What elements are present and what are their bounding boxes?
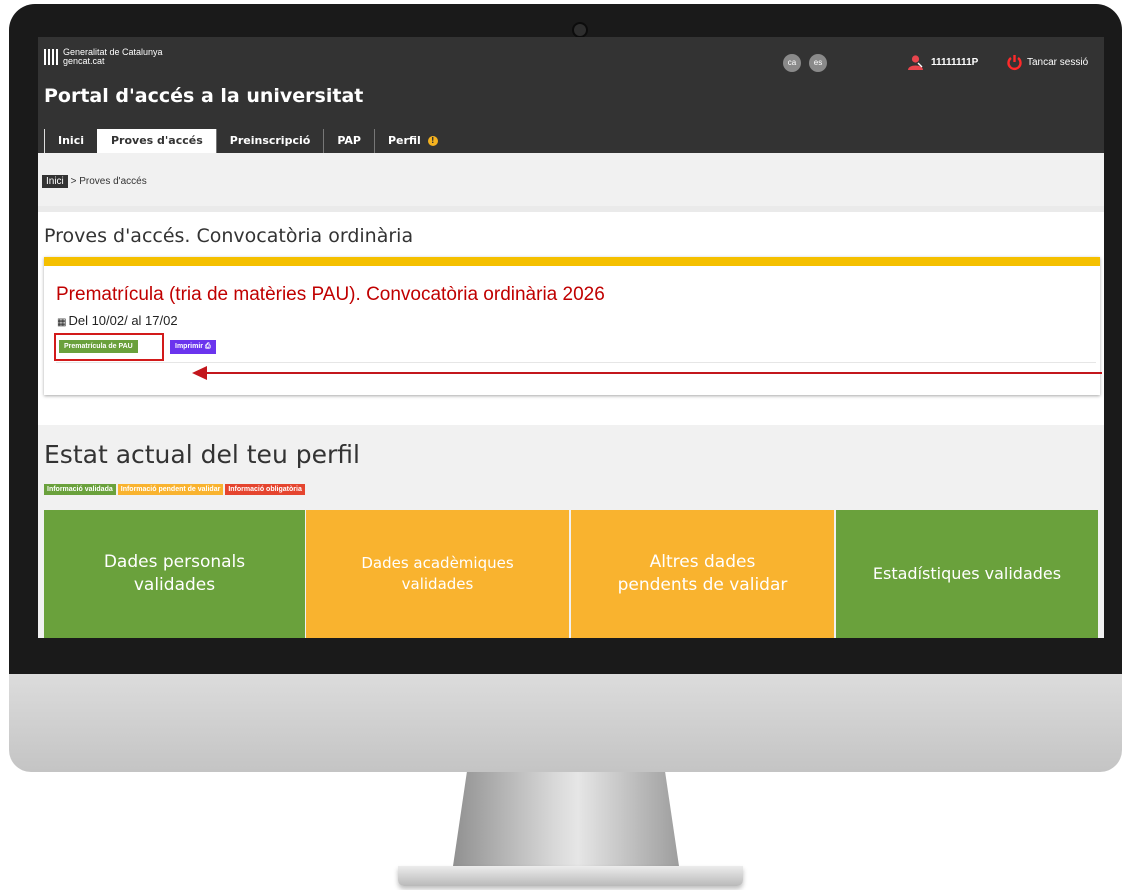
screen: Generalitat de Catalunya gencat.cat ca e… bbox=[38, 37, 1104, 638]
user-id[interactable]: 11111111P bbox=[931, 57, 978, 68]
tab-preinscripcio[interactable]: Preinscripció bbox=[215, 129, 324, 153]
tile-altres-dades[interactable]: Altres dades pendents de validar bbox=[571, 510, 834, 638]
main-nav: Inici Proves d'accés Preinscripció PAP P… bbox=[44, 129, 451, 153]
alert-icon: ! bbox=[427, 136, 438, 146]
language-es-button[interactable]: es bbox=[809, 54, 827, 72]
monitor-chin bbox=[9, 674, 1122, 772]
tile-estadistiques[interactable]: Estadístiques validades bbox=[836, 510, 1098, 638]
prematricula-card: Prematrícula (tria de matèries PAU). Con… bbox=[44, 257, 1102, 395]
breadcrumb-current: Proves d'accés bbox=[79, 176, 147, 187]
tab-perfil[interactable]: Perfil ! bbox=[373, 129, 451, 153]
tile-dades-academiques[interactable]: Dades acadèmiques validades bbox=[306, 510, 569, 638]
printer-icon: ⎙ bbox=[204, 343, 211, 350]
power-icon[interactable] bbox=[1006, 54, 1023, 71]
tab-pap[interactable]: PAP bbox=[323, 129, 374, 153]
breadcrumb-strip bbox=[38, 153, 1104, 206]
status-legend: Informació validada Informació pendent d… bbox=[44, 484, 305, 495]
annotation-arrow bbox=[206, 372, 1102, 374]
section-divider bbox=[38, 206, 1104, 212]
profile-title: Estat actual del teu perfil bbox=[44, 440, 360, 469]
card-top-bar bbox=[44, 257, 1100, 266]
tile-dades-personals-label: Dades personals validades bbox=[103, 552, 246, 595]
card-divider bbox=[56, 362, 1096, 363]
imprimir-label: Imprimir bbox=[175, 343, 204, 350]
breadcrumb-home-link[interactable]: Inici bbox=[42, 175, 68, 188]
legend-pending: Informació pendent de validar bbox=[117, 484, 224, 495]
camera-icon bbox=[574, 24, 586, 36]
card-date: ▦ Del 10/02/ al 17/02 bbox=[57, 313, 178, 328]
portal-title: Portal d'accés a la universitat bbox=[44, 85, 364, 107]
tab-perfil-label: Perfil bbox=[387, 134, 421, 147]
generalitat-emblem-icon bbox=[44, 49, 58, 65]
legend-validated: Informació validada bbox=[44, 484, 116, 495]
tab-proves-acces[interactable]: Proves d'accés bbox=[97, 129, 216, 153]
tile-dades-academiques-label: Dades acadèmiques validades bbox=[361, 554, 514, 593]
logout-link[interactable]: Tancar sessió bbox=[1027, 57, 1088, 68]
legend-mandatory: Informació obligatòria bbox=[225, 484, 305, 495]
annotation-arrow-head bbox=[192, 366, 207, 380]
section-title: Proves d'accés. Convocatòria ordinària bbox=[44, 225, 414, 247]
calendar-icon: ▦ bbox=[57, 317, 67, 328]
org-site: gencat.cat bbox=[63, 56, 105, 66]
prematricula-pau-button[interactable]: Prematrícula de PAU bbox=[59, 340, 138, 353]
tile-altres-dades-label: Altres dades pendents de validar bbox=[617, 552, 788, 595]
breadcrumb: Inici > Proves d'accés bbox=[42, 175, 147, 188]
monitor-stand bbox=[452, 772, 680, 868]
breadcrumb-separator: > bbox=[70, 176, 77, 187]
imprimir-button[interactable]: Imprimir ⎙ bbox=[170, 340, 216, 354]
tile-dades-personals[interactable]: Dades personals validades bbox=[44, 510, 305, 638]
card-title: Prematrícula (tria de matèries PAU). Con… bbox=[56, 284, 605, 305]
monitor-base bbox=[398, 866, 743, 886]
language-ca-button[interactable]: ca bbox=[783, 54, 801, 72]
card-date-text: Del 10/02/ al 17/02 bbox=[68, 313, 178, 328]
generalitat-logo[interactable]: Generalitat de Catalunya gencat.cat bbox=[44, 48, 163, 66]
tile-estadistiques-label: Estadístiques validades bbox=[872, 564, 1062, 583]
tab-inici[interactable]: Inici bbox=[44, 129, 97, 153]
user-icon bbox=[908, 55, 923, 70]
